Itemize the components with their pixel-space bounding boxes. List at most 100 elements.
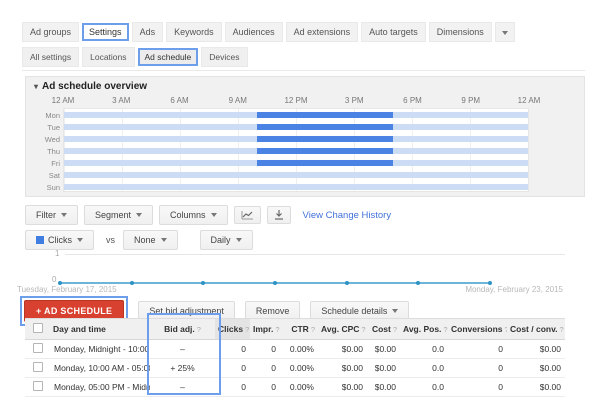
tab-more[interactable] xyxy=(494,22,515,42)
col-header-bid-adj[interactable]: Bid adj.? xyxy=(150,318,215,340)
tab-ads[interactable]: Ads xyxy=(131,22,164,42)
collapse-icon[interactable]: ▾ xyxy=(34,82,38,91)
help-icon: ? xyxy=(505,325,508,334)
cell-avg-pos: 0.0 xyxy=(400,339,448,359)
data-point xyxy=(129,281,134,285)
cell-bid-adj: – xyxy=(150,339,215,359)
primary-metric-button[interactable]: Clicks xyxy=(25,230,94,250)
secondary-metric-button[interactable]: None xyxy=(123,230,178,250)
col-header-label: Cost xyxy=(371,324,391,334)
row-checkbox[interactable] xyxy=(32,343,43,353)
bid-adjusted-bar xyxy=(257,112,393,118)
filter-button[interactable]: Filter xyxy=(25,205,78,225)
col-header-label: Clicks xyxy=(218,324,244,334)
all-day-bar xyxy=(64,136,528,142)
row-checkbox[interactable] xyxy=(32,362,43,372)
select-all-checkbox[interactable] xyxy=(32,323,43,333)
cell-day-time: Monday, 10:00 AM - 05:00 PM xyxy=(50,358,150,378)
cell-avg-cpc: $0.00 xyxy=(318,358,367,378)
col-header-clicks[interactable]: Clicks? xyxy=(215,318,250,340)
tab-auto-targets[interactable]: Auto targets xyxy=(361,22,426,42)
subtab-ad-schedule[interactable]: Ad schedule xyxy=(137,48,199,66)
timeline-end-label: Monday, February 23, 2015 xyxy=(465,285,563,294)
day-label: Wed xyxy=(44,134,60,144)
time-tick-label: 6 PM xyxy=(403,96,422,105)
time-tick-label: 9 AM xyxy=(228,96,247,105)
tab-ad-groups[interactable]: Ad groups xyxy=(22,22,80,42)
cell-day-time: Monday, 05:00 PM - Midnight xyxy=(50,377,150,397)
help-icon: ? xyxy=(559,325,564,334)
row-select-cell xyxy=(25,358,50,378)
day-label: Tue xyxy=(47,122,60,132)
section-divider xyxy=(22,70,585,71)
cell-cost: $0.00 xyxy=(367,358,400,378)
help-icon: ? xyxy=(310,325,315,334)
col-header-conversions[interactable]: Conversions? xyxy=(448,318,508,340)
day-label: Sun xyxy=(46,182,60,192)
all-day-bar xyxy=(64,160,528,166)
row-checkbox[interactable] xyxy=(32,381,43,391)
download-button[interactable] xyxy=(266,206,291,224)
cell-clicks: 0 xyxy=(215,339,250,359)
col-header-impr[interactable]: Impr.? xyxy=(250,318,280,340)
col-header-cost-conv[interactable]: Cost / conv.? xyxy=(507,318,565,340)
table-row: Monday, 10:00 AM - 05:00 PM+ 25%000.00%$… xyxy=(25,358,565,378)
subtab-all-settings[interactable]: All settings xyxy=(22,47,80,67)
select-all-header[interactable] xyxy=(25,318,50,340)
cell-impr: 0 xyxy=(250,358,280,378)
bid-adjusted-bar xyxy=(257,136,393,142)
col-header-ctr[interactable]: CTR? xyxy=(280,318,318,340)
data-point xyxy=(201,281,206,285)
day-label: Fri xyxy=(51,158,60,168)
cell-bid-adj: – xyxy=(150,377,215,397)
y-top-label: 1 xyxy=(55,249,60,258)
table-body: Monday, Midnight - 10:00 AM–000.00%$0.00… xyxy=(25,339,565,397)
time-tick-label: 12 AM xyxy=(51,96,75,105)
day-label: Mon xyxy=(45,110,60,120)
col-header-avg-pos[interactable]: Avg. Pos.? xyxy=(400,318,448,340)
row-select-cell xyxy=(25,339,50,359)
table-header-row: Day and time Bid adj.? Clicks? Impr.? CTR? Av… xyxy=(25,318,565,340)
col-header-cost[interactable]: Cost? xyxy=(367,318,400,340)
col-header-day-and-time[interactable]: Day and time xyxy=(50,318,150,340)
all-day-bar xyxy=(64,112,528,118)
cell-conversions: 0 xyxy=(448,358,507,378)
schedule-row-sun: Sun xyxy=(47,181,528,193)
timeline-start-label: Tuesday, February 17, 2015 xyxy=(17,285,117,294)
schedule-table: Day and time Bid adj.? Clicks? Impr.? CTR? Av… xyxy=(25,318,565,397)
time-tick-label: 3 PM xyxy=(344,96,364,105)
all-day-bar xyxy=(64,172,528,178)
day-label: Thu xyxy=(47,146,60,156)
bid-adjusted-bar xyxy=(257,160,393,166)
cell-clicks: 0 xyxy=(215,377,250,397)
y-bottom-label: 0 xyxy=(52,275,57,284)
cell-avg-cpc: $0.00 xyxy=(318,377,367,397)
tab-keywords[interactable]: Keywords xyxy=(166,22,222,42)
subtab-devices[interactable]: Devices xyxy=(201,47,248,67)
cell-avg-cpc: $0.00 xyxy=(318,339,367,359)
view-change-history-link[interactable]: View Change History xyxy=(303,210,392,221)
schedule-row-wed: Wed xyxy=(45,133,528,145)
data-point xyxy=(344,281,349,285)
segment-button[interactable]: Segment xyxy=(84,205,154,225)
clicks-data-line xyxy=(58,281,492,285)
tab-dimensions[interactable]: Dimensions xyxy=(428,22,492,42)
col-header-label: Avg. Pos. xyxy=(403,324,442,334)
cell-impr: 0 xyxy=(250,377,280,397)
col-header-avg-cpc[interactable]: Avg. CPC? xyxy=(318,318,367,340)
tab-settings[interactable]: Settings xyxy=(82,23,129,41)
schedule-row-mon: Mon xyxy=(45,109,528,121)
tab-audiences[interactable]: Audiences xyxy=(224,22,283,42)
granularity-button[interactable]: Daily xyxy=(199,230,253,250)
adwords-settings-page: Ad groups Settings Ads Keywords Audiences Ad … xyxy=(0,0,600,418)
col-header-label: Impr. xyxy=(253,324,274,334)
chart-toggle-button[interactable] xyxy=(233,206,261,224)
columns-button[interactable]: Columns xyxy=(159,205,228,225)
tab-ad-extensions[interactable]: Ad extensions xyxy=(285,22,359,42)
cell-impr: 0 xyxy=(250,339,280,359)
vs-label: vs xyxy=(106,235,115,245)
settings-subtabs: All settings Locations Ad schedule Devices xyxy=(22,47,251,67)
subtab-locations[interactable]: Locations xyxy=(82,47,135,67)
cell-avg-pos: 0.0 xyxy=(400,358,448,378)
time-tick-label: 12 PM xyxy=(284,96,308,105)
